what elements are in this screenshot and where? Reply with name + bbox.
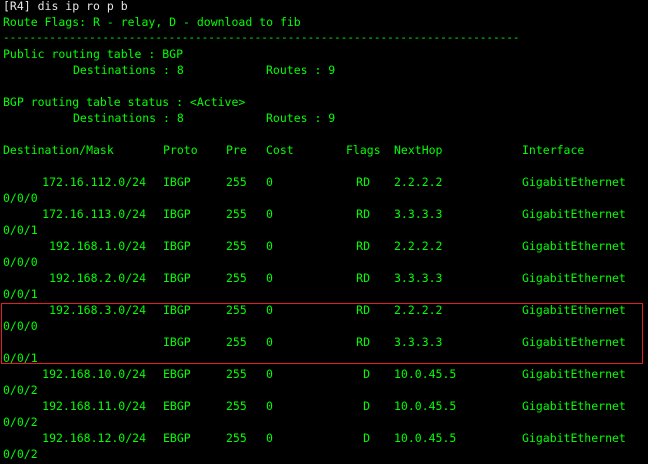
header-flags: Flags [346,143,381,157]
route-pre: 255 [226,399,247,413]
route-flags: RD [356,239,370,253]
header-destination: Destination/Mask [3,143,114,157]
public-destinations: Destinations : 8 [73,63,184,77]
route-nexthop: 3.3.3.3 [394,271,443,285]
route-nexthop: 10.0.45.5 [394,431,457,445]
header-nexthop: NextHop [394,143,443,157]
highlight-box [1,303,643,364]
route-flags: RD [356,271,370,285]
route-interface-port: 0/0/2 [3,415,38,429]
route-destination: 192.168.10.0/24 [42,367,146,381]
route-nexthop: 2.2.2.2 [394,175,443,189]
route-pre: 255 [226,239,247,253]
command-line: [R4] dis ip ro p b [3,0,128,13]
header-interface: Interface [522,143,585,157]
route-flags: D [363,431,370,445]
public-title: Public routing table : BGP [3,47,184,61]
route-interface: GigabitEthernet [522,367,626,381]
public-routes: Routes : 9 [266,63,336,77]
route-pre: 255 [226,175,247,189]
route-interface-port: 0/0/2 [3,447,38,461]
route-flags: D [363,399,370,413]
route-interface: GigabitEthernet [522,239,626,253]
route-cost: 0 [266,175,273,189]
route-proto: EBGP [163,367,191,381]
route-nexthop: 10.0.45.5 [394,399,457,413]
route-proto: EBGP [163,431,191,445]
route-proto: IBGP [163,207,191,221]
route-interface-port: 0/0/2 [3,383,38,397]
route-destination: 192.168.1.0/24 [49,239,146,253]
route-nexthop: 2.2.2.2 [394,239,443,253]
route-pre: 255 [226,367,247,381]
route-proto: IBGP [163,175,191,189]
route-interface-port: 0/0/1 [3,223,38,237]
separator: ----------------------------------------… [3,31,520,44]
status-destinations: Destinations : 8 [73,111,184,125]
route-interface-port: 0/0/0 [3,255,38,269]
route-destination: 172.16.112.0/24 [42,175,146,189]
header-proto: Proto [163,143,198,157]
route-cost: 0 [266,207,273,221]
route-interface: GigabitEthernet [522,271,626,285]
route-nexthop: 10.0.45.5 [394,367,457,381]
route-interface-port: 0/0/1 [3,287,38,301]
route-interface: GigabitEthernet [522,431,626,445]
route-destination: 172.16.113.0/24 [42,207,146,221]
route-flags: RD [356,207,370,221]
route-destination: 192.168.12.0/24 [42,431,146,445]
route-proto: EBGP [163,399,191,413]
status-title: BGP routing table status : <Active> [3,95,246,109]
route-interface: GigabitEthernet [522,175,626,189]
route-interface-port: 0/0/0 [3,191,38,205]
route-flags: RD [356,175,370,189]
route-nexthop: 3.3.3.3 [394,207,443,221]
header-pre: Pre [226,143,247,157]
route-destination: 192.168.11.0/24 [42,399,146,413]
route-cost: 0 [266,239,273,253]
route-cost: 0 [266,271,273,285]
route-cost: 0 [266,399,273,413]
route-destination: 192.168.2.0/24 [49,271,146,285]
header-cost: Cost [266,143,294,157]
route-interface: GigabitEthernet [522,399,626,413]
route-pre: 255 [226,271,247,285]
route-proto: IBGP [163,239,191,253]
route-cost: 0 [266,367,273,381]
status-routes: Routes : 9 [266,111,336,125]
route-cost: 0 [266,431,273,445]
route-interface: GigabitEthernet [522,207,626,221]
route-pre: 255 [226,207,247,221]
flags-legend: Route Flags: R - relay, D - download to … [3,15,301,29]
route-proto: IBGP [163,271,191,285]
route-pre: 255 [226,431,247,445]
route-flags: D [363,367,370,381]
